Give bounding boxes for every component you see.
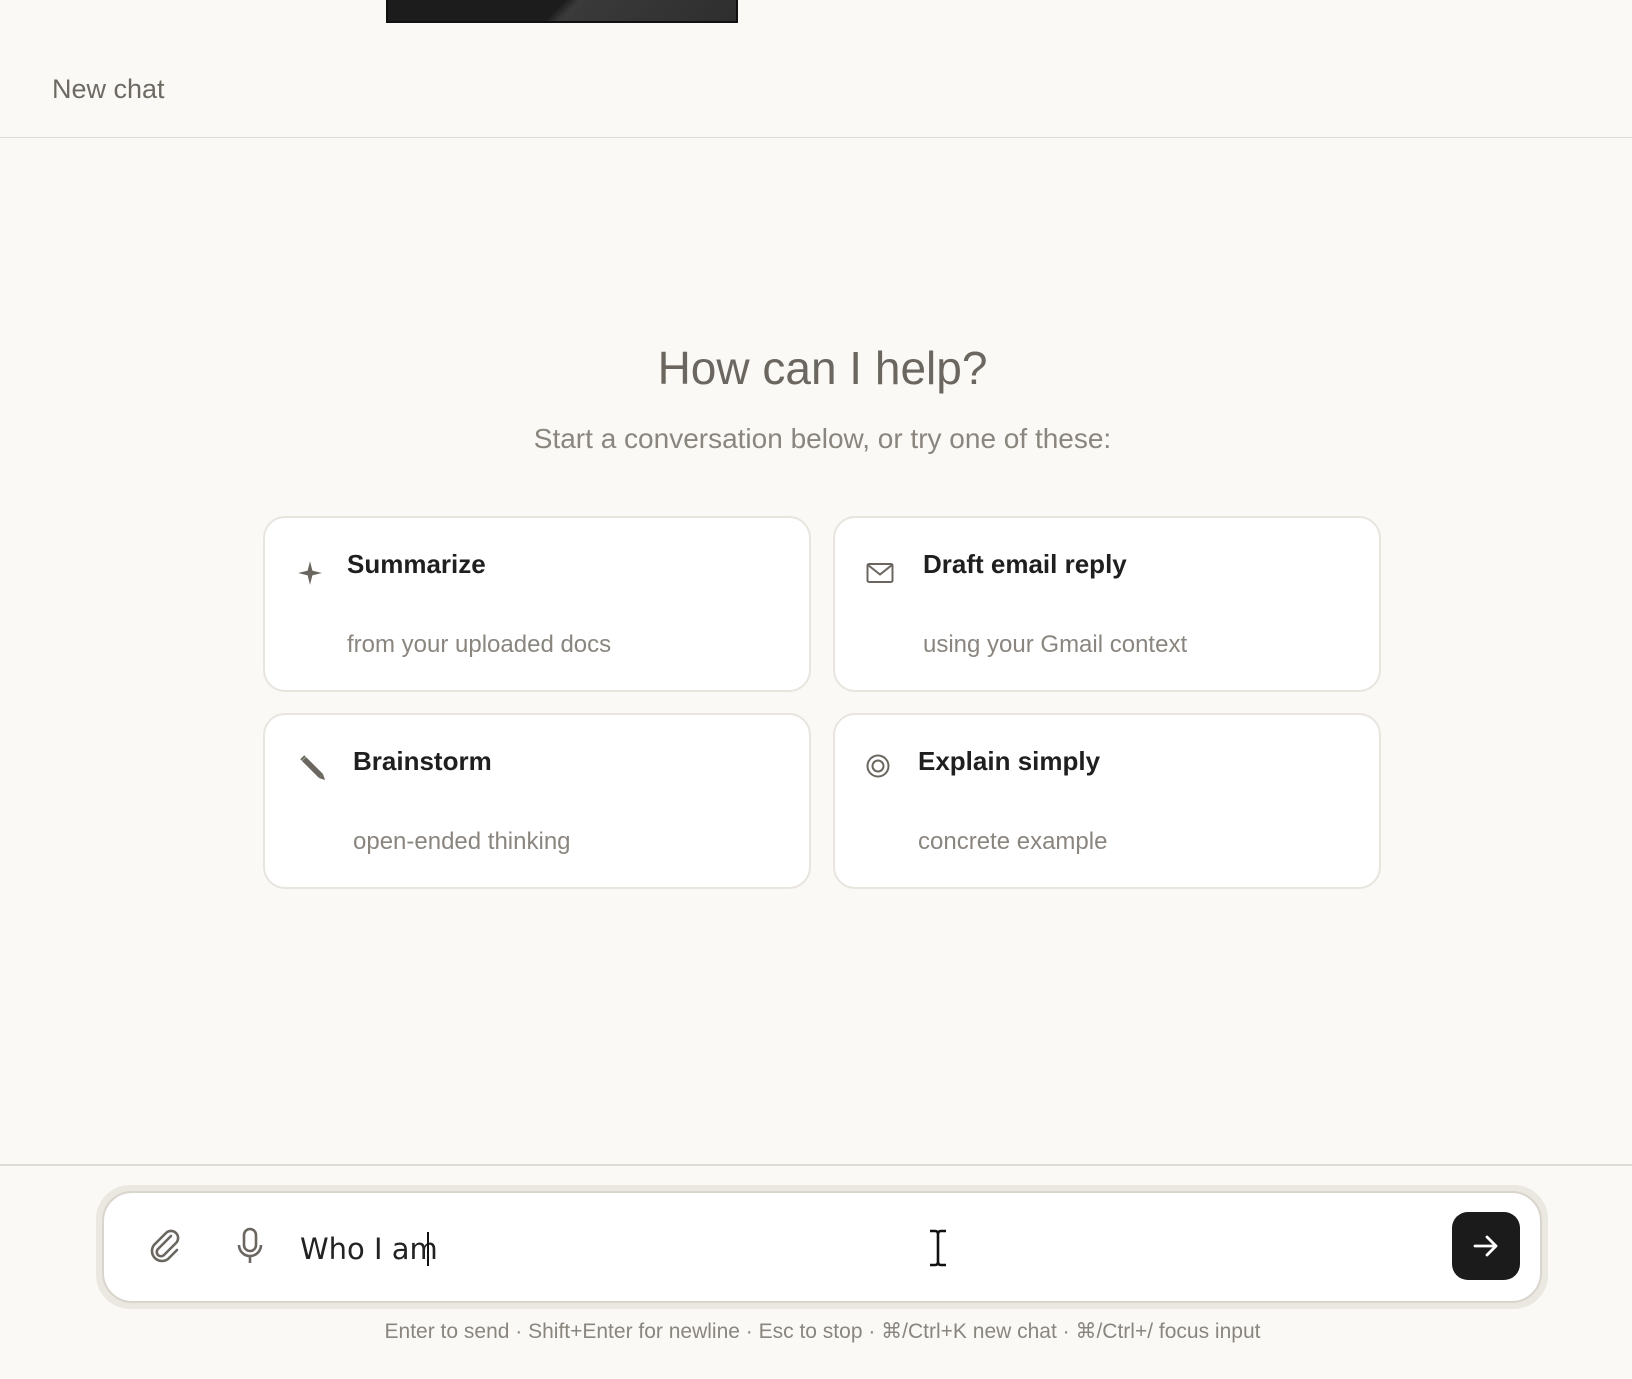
suggestion-title: Explain simply bbox=[918, 746, 1101, 776]
message-input[interactable] bbox=[300, 1226, 1340, 1272]
arrow-right-icon bbox=[1473, 1235, 1498, 1257]
suggestion-card-explain-simply[interactable]: Explain simply concrete example bbox=[833, 713, 1381, 889]
suggestion-card-draft-email[interactable]: Draft email reply using your Gmail conte… bbox=[833, 516, 1381, 692]
microphone-icon[interactable] bbox=[228, 1224, 272, 1268]
suggestion-subtitle: open-ended thinking bbox=[353, 828, 571, 855]
sparkle-icon bbox=[295, 558, 325, 588]
composer-divider bbox=[0, 1164, 1632, 1166]
app-root: New chat How can I help? Start a convers… bbox=[0, 0, 1632, 1379]
paperclip-icon[interactable] bbox=[143, 1224, 187, 1268]
thumbnail-preview bbox=[386, 0, 738, 23]
page-title: New chat bbox=[52, 74, 165, 104]
welcome-heading: How can I help? bbox=[657, 342, 988, 394]
pencil-icon bbox=[297, 753, 327, 783]
suggestion-title: Summarize bbox=[347, 549, 486, 579]
send-button[interactable] bbox=[1452, 1212, 1520, 1280]
envelope-icon bbox=[865, 558, 895, 588]
header: New chat bbox=[0, 0, 1632, 138]
suggestion-title: Draft email reply bbox=[923, 549, 1127, 579]
suggestion-card-summarize[interactable]: Summarize from your uploaded docs bbox=[263, 516, 811, 692]
suggestion-card-brainstorm[interactable]: Brainstorm open-ended thinking bbox=[263, 713, 811, 889]
target-icon bbox=[863, 751, 893, 781]
suggestion-subtitle: concrete example bbox=[918, 828, 1108, 855]
keyboard-shortcuts-hint: Enter to send · Shift+Enter for newline … bbox=[384, 1320, 1261, 1343]
suggestion-title: Brainstorm bbox=[353, 746, 492, 776]
welcome-subheading: Start a conversation below, or try one o… bbox=[533, 423, 1112, 454]
suggestion-subtitle: using your Gmail context bbox=[923, 631, 1188, 658]
suggestion-subtitle: from your uploaded docs bbox=[347, 631, 612, 658]
text-caret bbox=[427, 1232, 429, 1266]
text-cursor-icon bbox=[924, 1228, 952, 1268]
